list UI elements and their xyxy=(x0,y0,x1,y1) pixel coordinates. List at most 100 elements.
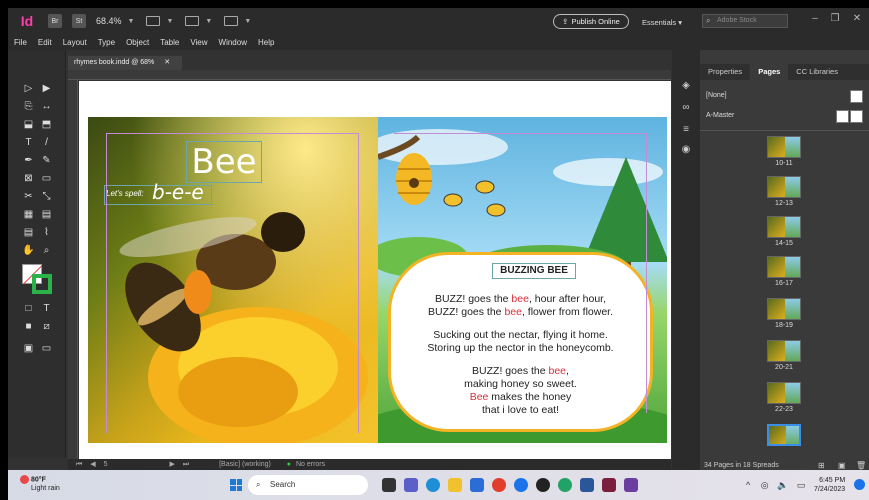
menu-file[interactable]: File xyxy=(14,38,27,47)
close-icon[interactable]: ✕ xyxy=(850,12,864,26)
workspace-switcher[interactable]: Essentials ▾ xyxy=(642,18,682,27)
rectangle-tool-icon[interactable]: ▭ xyxy=(40,172,53,185)
master-a[interactable]: A-Master xyxy=(706,112,734,119)
zoom-tool-icon[interactable]: ⌕ xyxy=(40,244,53,257)
publish-online-button[interactable]: ⇪ Publish Online xyxy=(553,14,629,29)
stroke-icon[interactable]: ≡ xyxy=(680,124,692,136)
first-page-icon[interactable]: ⏮ xyxy=(76,461,82,468)
chevron-up-icon[interactable]: ^ xyxy=(746,480,750,490)
horizontal-ruler[interactable] xyxy=(68,70,671,80)
page-number-field[interactable]: 5 xyxy=(104,461,108,468)
chevron-down-icon[interactable]: ▼ xyxy=(205,18,212,25)
screen-mode-icon[interactable]: ▭ xyxy=(40,342,53,355)
poem-title[interactable]: BUZZING BEE xyxy=(492,263,576,279)
zoom-level[interactable]: 68.4% xyxy=(96,16,122,26)
volume-icon[interactable]: 🔈 xyxy=(777,480,788,490)
last-page-icon[interactable]: ⏭ xyxy=(183,461,189,468)
spread-thumbnail-selected[interactable] xyxy=(767,424,801,446)
gradient-swatch-tool-icon[interactable]: ▦ xyxy=(22,208,35,221)
indesign-taskbar-icon[interactable] xyxy=(602,478,616,492)
snipping-tool-icon[interactable] xyxy=(624,478,638,492)
spread-thumbnail[interactable] xyxy=(767,340,801,362)
word-icon[interactable] xyxy=(580,478,594,492)
close-tab-icon[interactable]: ✕ xyxy=(164,59,170,66)
network-icon[interactable]: ◎ xyxy=(761,480,769,490)
view-options-icon[interactable] xyxy=(146,16,161,26)
menu-layout[interactable]: Layout xyxy=(63,38,87,47)
menu-table[interactable]: Table xyxy=(160,38,179,47)
previous-page-icon[interactable]: ◀ xyxy=(90,461,95,468)
rectangle-frame-tool-icon[interactable]: ⊠ xyxy=(22,172,35,185)
screen-mode-icon[interactable] xyxy=(185,16,200,26)
weather-widget[interactable]: 80°F Light rain xyxy=(20,475,60,493)
pen-tool-icon[interactable]: ✒ xyxy=(22,154,35,167)
formatting-container-icon[interactable]: □ xyxy=(22,302,35,315)
master-a-left-thumbnail[interactable] xyxy=(836,110,849,123)
pasteboard[interactable]: Bee Let's spell: b-e-e BUZZING BEE BUZZ!… xyxy=(79,81,671,459)
menu-view[interactable]: View xyxy=(190,38,207,47)
teams-icon[interactable] xyxy=(404,478,418,492)
chevron-down-icon[interactable]: ▼ xyxy=(166,18,173,25)
new-page-icon[interactable]: ▣ xyxy=(838,461,846,470)
apply-color-icon[interactable]: ■ xyxy=(22,320,35,333)
menu-help[interactable]: Help xyxy=(258,38,274,47)
links-icon[interactable]: ∞ xyxy=(680,102,692,114)
taskbar-clock[interactable]: 6:45 PM 7/24/2023 xyxy=(814,476,845,494)
tab-cc-libraries[interactable]: CC Libraries xyxy=(788,64,846,80)
preflight-errors[interactable]: No errors xyxy=(296,461,325,468)
delete-page-icon[interactable]: 🗑 xyxy=(856,461,866,470)
task-view-icon[interactable] xyxy=(382,478,396,492)
hand-tool-icon[interactable]: ✋ xyxy=(22,244,35,257)
master-a-right-thumbnail[interactable] xyxy=(850,110,863,123)
spread-thumbnail[interactable] xyxy=(767,382,801,404)
system-tray[interactable]: ^ ◎ 🔈 ▭ xyxy=(746,480,805,491)
master-none-thumbnail[interactable] xyxy=(850,90,863,103)
line-tool-icon[interactable]: / xyxy=(40,136,53,149)
minimize-icon[interactable]: – xyxy=(808,12,822,26)
page-tool-icon[interactable]: ⎘ xyxy=(22,100,35,113)
page-title[interactable]: Bee xyxy=(186,141,262,183)
gradient-feather-tool-icon[interactable]: ▤ xyxy=(40,208,53,221)
menu-type[interactable]: Type xyxy=(98,38,115,47)
tab-properties[interactable]: Properties xyxy=(700,64,750,80)
document-tab[interactable]: rhymes book.indd @ 68% ✕ xyxy=(68,56,182,70)
content-placer-icon[interactable]: ⬒ xyxy=(40,118,53,131)
spread-thumbnail[interactable] xyxy=(767,298,801,320)
chrome-icon[interactable] xyxy=(558,478,572,492)
formatting-text-icon[interactable]: T xyxy=(40,302,53,315)
taskbar-search-input[interactable]: ⌕ Search xyxy=(248,475,368,495)
fill-stroke-icon[interactable] xyxy=(22,264,52,294)
color-icon[interactable]: ◉ xyxy=(680,144,692,156)
spread-thumbnail[interactable] xyxy=(767,216,801,238)
note-tool-icon[interactable]: ▤ xyxy=(22,226,35,239)
gap-tool-icon[interactable]: ↔ xyxy=(40,100,53,113)
chevron-down-icon[interactable]: ▼ xyxy=(128,18,135,25)
content-collector-icon[interactable]: ⬓ xyxy=(22,118,35,131)
menu-window[interactable]: Window xyxy=(219,38,247,47)
right-page[interactable]: BUZZING BEE BUZZ! goes the bee, hour aft… xyxy=(378,117,667,443)
spread-thumbnail[interactable] xyxy=(767,176,801,198)
layers-icon[interactable]: ◈ xyxy=(680,80,692,92)
selection-tool-icon[interactable]: ▷ xyxy=(22,82,35,95)
edge-icon[interactable] xyxy=(426,478,440,492)
bridge-button[interactable]: Br xyxy=(48,14,62,28)
direct-selection-tool-icon[interactable]: ▶ xyxy=(40,82,53,95)
start-button[interactable] xyxy=(230,479,242,491)
app-icon[interactable] xyxy=(536,478,550,492)
file-explorer-icon[interactable] xyxy=(448,478,462,492)
stock-button[interactable]: St xyxy=(72,14,86,28)
master-none[interactable]: [None] xyxy=(706,92,727,99)
scissors-tool-icon[interactable]: ✂ xyxy=(22,190,35,203)
browser-icon[interactable] xyxy=(514,478,528,492)
arrange-documents-icon[interactable] xyxy=(224,16,239,26)
vertical-ruler[interactable] xyxy=(68,80,78,460)
menu-edit[interactable]: Edit xyxy=(38,38,52,47)
left-page[interactable]: Bee Let's spell: b-e-e xyxy=(88,117,378,443)
apply-none-icon[interactable]: ⧄ xyxy=(40,320,53,333)
opera-icon[interactable] xyxy=(492,478,506,492)
battery-icon[interactable]: ▭ xyxy=(797,480,806,490)
preflight-profile[interactable]: [Basic] (working) xyxy=(219,461,271,468)
notification-badge[interactable] xyxy=(854,479,865,490)
edit-page-size-icon[interactable]: ⊞ xyxy=(818,461,825,470)
tab-pages[interactable]: Pages xyxy=(750,64,789,80)
